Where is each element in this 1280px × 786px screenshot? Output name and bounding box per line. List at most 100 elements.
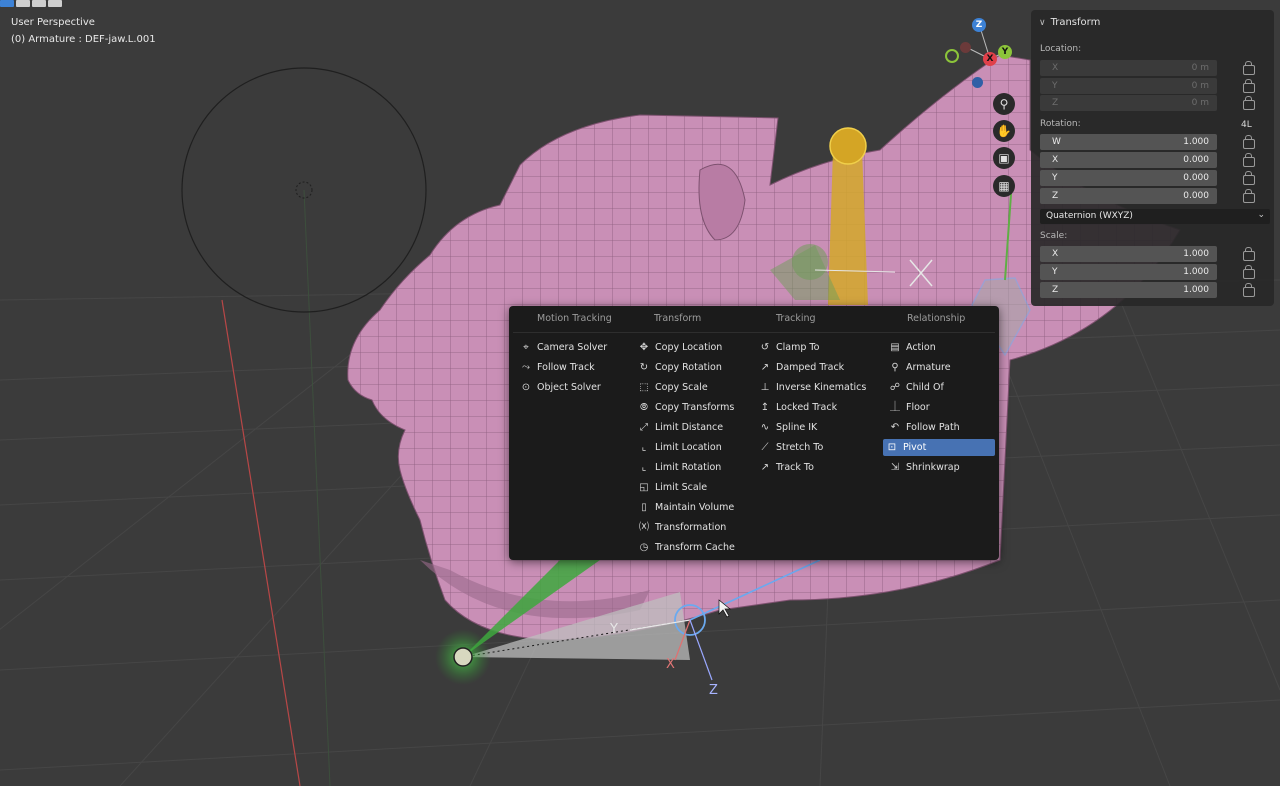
- rotation-x-field[interactable]: X 0.000: [1040, 152, 1217, 168]
- rotation-mode-dropdown[interactable]: Quaternion (WXYZ) ⌄: [1040, 209, 1270, 224]
- rotation-y-field[interactable]: Y 0.000: [1040, 170, 1217, 186]
- gizmo-z-axis[interactable]: Z: [972, 18, 986, 32]
- rotation-label: Rotation:: [1040, 119, 1081, 129]
- menu-item-label: Pivot: [903, 442, 927, 453]
- field-value: 0 m: [1191, 63, 1209, 73]
- copy-transforms-icon: ⦾: [640, 402, 648, 413]
- menu-item-label: Copy Transforms: [655, 402, 735, 413]
- menu-item-damped-track[interactable]: ↗ Damped Track: [756, 359, 868, 376]
- menu-item-label: Camera Solver: [537, 342, 608, 353]
- gizmo-neg-z[interactable]: [972, 77, 983, 88]
- location-y-field[interactable]: Y 0 m: [1040, 78, 1217, 94]
- menu-item-copy-transforms[interactable]: ⦾ Copy Transforms: [635, 399, 747, 416]
- menu-item-label: Copy Scale: [655, 382, 708, 393]
- bone-axis-label-z: Z: [709, 683, 718, 698]
- menu-item-label: Copy Location: [655, 342, 723, 353]
- menu-item-follow-track[interactable]: ⤳ Follow Track: [517, 359, 625, 376]
- scale-y-field[interactable]: Y 1.000: [1040, 264, 1217, 280]
- menu-item-track-to[interactable]: ↗ Track To: [756, 459, 868, 476]
- axis-label: Y: [1052, 267, 1058, 277]
- menu-item-shrinkwrap[interactable]: ⇲ Shrinkwrap: [886, 459, 995, 476]
- field-value: 0.000: [1183, 155, 1209, 165]
- location-x-field[interactable]: X 0 m: [1040, 60, 1217, 76]
- header-mode-icons[interactable]: [0, 0, 62, 7]
- lock-icon[interactable]: [1243, 283, 1255, 297]
- navigation-gizmo[interactable]: Z Y X: [940, 15, 1020, 95]
- pan-hand-icon[interactable]: ✋: [993, 120, 1015, 142]
- axis-label: X: [1052, 155, 1059, 165]
- field-value: 0 m: [1191, 81, 1209, 91]
- grid-icon[interactable]: ▦: [993, 175, 1015, 197]
- menu-item-label: Limit Distance: [655, 422, 724, 433]
- gizmo-x-axis[interactable]: X: [983, 52, 997, 66]
- menu-item-limit-location[interactable]: ⌞ Limit Location: [635, 439, 747, 456]
- y-axis-line: [303, 189, 331, 786]
- menu-item-clamp-to[interactable]: ↺ Clamp To: [756, 339, 868, 356]
- menu-item-label: Object Solver: [537, 382, 601, 393]
- menu-item-inverse-kinematics[interactable]: ⊥ Inverse Kinematics: [756, 379, 868, 396]
- menu-item-label: Copy Rotation: [655, 362, 722, 373]
- menu-item-locked-track[interactable]: ↥ Locked Track: [756, 399, 868, 416]
- location-z-field[interactable]: Z 0 m: [1040, 95, 1217, 111]
- menu-item-pivot[interactable]: ⊡ Pivot: [883, 439, 995, 456]
- menu-item-maintain-volume[interactable]: ▯ Maintain Volume: [635, 499, 747, 516]
- menu-item-label: Shrinkwrap: [906, 462, 960, 473]
- gizmo-neg-y[interactable]: [945, 49, 959, 63]
- menu-item-label: Action: [906, 342, 936, 353]
- menu-item-transform-cache[interactable]: ◷ Transform Cache: [635, 539, 747, 556]
- scale-x-field[interactable]: X 1.000: [1040, 246, 1217, 262]
- menu-item-transformation[interactable]: ⒳ Transformation: [635, 519, 747, 536]
- clamp-to-icon: ↺: [760, 342, 770, 353]
- menu-item-camera-solver[interactable]: ⌖ Camera Solver: [517, 339, 625, 356]
- locked-track-icon: ↥: [760, 402, 770, 413]
- track-to-icon: ↗: [760, 462, 770, 473]
- transform-panel-header[interactable]: ∨ Transform: [1039, 17, 1100, 28]
- gizmo-neg-x[interactable]: [960, 42, 971, 53]
- menu-item-label: Inverse Kinematics: [776, 382, 867, 393]
- rotation-w-field[interactable]: W 1.000: [1040, 134, 1217, 150]
- menu-item-child-of[interactable]: ☍ Child Of: [886, 379, 995, 396]
- menu-item-copy-scale[interactable]: ⬚ Copy Scale: [635, 379, 747, 396]
- axis-label: Y: [1052, 173, 1058, 183]
- menu-item-armature[interactable]: ⚲ Armature: [886, 359, 995, 376]
- lock-icon[interactable]: [1243, 171, 1255, 185]
- rotation-z-field[interactable]: Z 0.000: [1040, 188, 1217, 204]
- limit-distance-icon: ⤢: [640, 422, 648, 433]
- axis-label: X: [1052, 249, 1059, 259]
- camera-icon[interactable]: ▣: [993, 147, 1015, 169]
- menu-item-copy-location[interactable]: ✥ Copy Location: [635, 339, 747, 356]
- lock-icon[interactable]: [1243, 265, 1255, 279]
- follow-track-icon: ⤳: [522, 362, 530, 373]
- field-value: 0.000: [1183, 191, 1209, 201]
- menu-item-limit-scale[interactable]: ◱ Limit Scale: [635, 479, 747, 496]
- lock-icon[interactable]: [1243, 189, 1255, 203]
- column-header-tracking: Tracking: [776, 313, 816, 324]
- menu-item-action[interactable]: ▤ Action: [886, 339, 995, 356]
- zoom-icon[interactable]: ⚲: [993, 93, 1015, 115]
- lock-icon[interactable]: [1243, 247, 1255, 261]
- menu-item-spline-ik[interactable]: ∿ Spline IK: [756, 419, 868, 436]
- lock-icon[interactable]: [1243, 153, 1255, 167]
- gizmo-y-axis[interactable]: Y: [998, 45, 1012, 59]
- action-icon: ▤: [890, 342, 900, 353]
- menu-item-object-solver[interactable]: ⊙ Object Solver: [517, 379, 625, 396]
- menu-item-copy-rotation[interactable]: ↻ Copy Rotation: [635, 359, 747, 376]
- rotation-lock-4l-toggle[interactable]: 4L: [1241, 120, 1252, 130]
- yellow-bone: [828, 150, 868, 305]
- inverse-kinematics-icon: ⊥: [760, 382, 770, 393]
- lock-icon[interactable]: [1243, 96, 1255, 110]
- lock-icon[interactable]: [1243, 135, 1255, 149]
- menu-item-label: Damped Track: [776, 362, 845, 373]
- menu-item-follow-path[interactable]: ↶ Follow Path: [886, 419, 995, 436]
- field-value: 0 m: [1191, 98, 1209, 108]
- menu-item-limit-distance[interactable]: ⤢ Limit Distance: [635, 419, 747, 436]
- armature-icon: ⚲: [891, 362, 899, 373]
- lock-icon[interactable]: [1243, 61, 1255, 75]
- lock-icon[interactable]: [1243, 79, 1255, 93]
- scale-z-field[interactable]: Z 1.000: [1040, 282, 1217, 298]
- menu-item-stretch-to[interactable]: ⟋ Stretch To: [756, 439, 868, 456]
- floor-icon: ⏊: [890, 402, 900, 413]
- spline-ik-icon: ∿: [760, 422, 770, 433]
- menu-item-limit-rotation[interactable]: ⌞ Limit Rotation: [635, 459, 747, 476]
- menu-item-floor[interactable]: ⏊ Floor: [886, 399, 995, 416]
